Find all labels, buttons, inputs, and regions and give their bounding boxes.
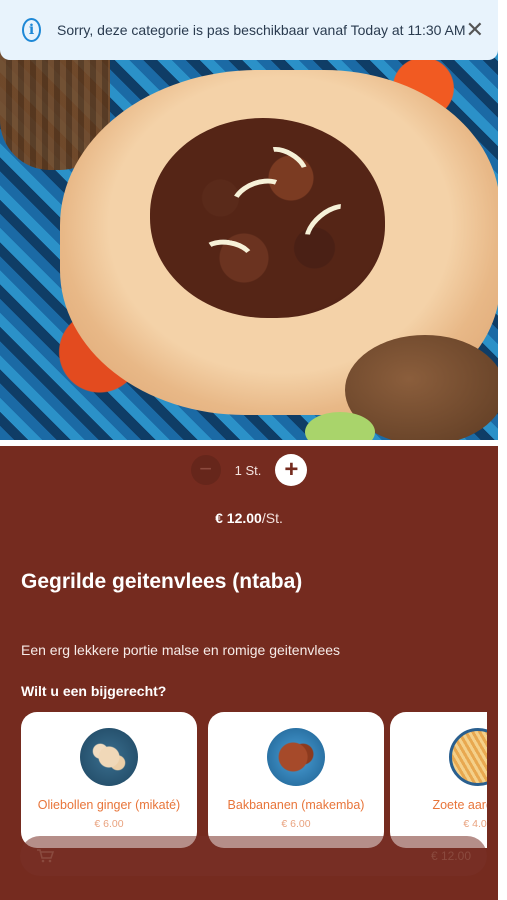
price-unit: /St. <box>261 510 283 526</box>
side-dish-price: € 6.00 <box>281 818 311 830</box>
add-to-cart-bar[interactable]: € 12.00 <box>20 836 487 876</box>
availability-banner: i Sorry, deze categorie is pas beschikba… <box>0 0 498 60</box>
product-description: Een erg lekkere portie malse en romige g… <box>21 642 341 658</box>
cart-icon <box>36 849 55 863</box>
side-dish-image <box>80 728 138 786</box>
side-dish-name: Oliebollen ginger (mikaté) <box>37 798 181 812</box>
product-panel: − 1 St. + € 12.00/St. Gegrilde geitenvle… <box>0 446 498 900</box>
side-dish-card[interactable]: Oliebollen ginger (mikaté) € 6.00 <box>21 712 197 848</box>
side-dish-image <box>267 728 325 786</box>
unit-price: € 12.00/St. <box>0 510 498 526</box>
side-dish-card[interactable]: Bakbananen (makemba) € 6.00 <box>208 712 384 848</box>
close-icon[interactable]: ✕ <box>466 18 484 42</box>
side-dish-name: Bakbananen (makemba) <box>227 798 365 812</box>
side-dish-image <box>449 728 487 786</box>
side-dish-name: Zoete aardappel <box>432 798 487 812</box>
side-dish-price: € 4.00 <box>463 818 487 830</box>
cart-total: € 12.00 <box>430 849 471 863</box>
side-dish-price: € 6.00 <box>94 818 124 830</box>
increase-quantity-button[interactable]: + <box>275 454 308 486</box>
decrease-quantity-button[interactable]: − <box>190 455 221 485</box>
quantity-stepper: − 1 St. + <box>0 454 498 486</box>
side-dish-question: Wilt u een bijgerecht? <box>21 683 167 699</box>
product-detail-page: i Sorry, deze categorie is pas beschikba… <box>0 0 507 900</box>
side-dish-carousel[interactable]: Oliebollen ginger (mikaté) € 6.00 Bakban… <box>21 712 487 852</box>
product-image <box>0 0 498 440</box>
quantity-value: 1 St. <box>234 462 262 478</box>
info-icon: i <box>22 18 41 42</box>
banner-message: Sorry, deze categorie is pas beschikbaar… <box>56 22 466 38</box>
side-dish-card[interactable]: Zoete aardappel € 4.00 <box>390 712 487 848</box>
price-amount: € 12.00 <box>215 510 262 526</box>
product-title: Gegrilde geitenvlees (ntaba) <box>21 570 303 593</box>
